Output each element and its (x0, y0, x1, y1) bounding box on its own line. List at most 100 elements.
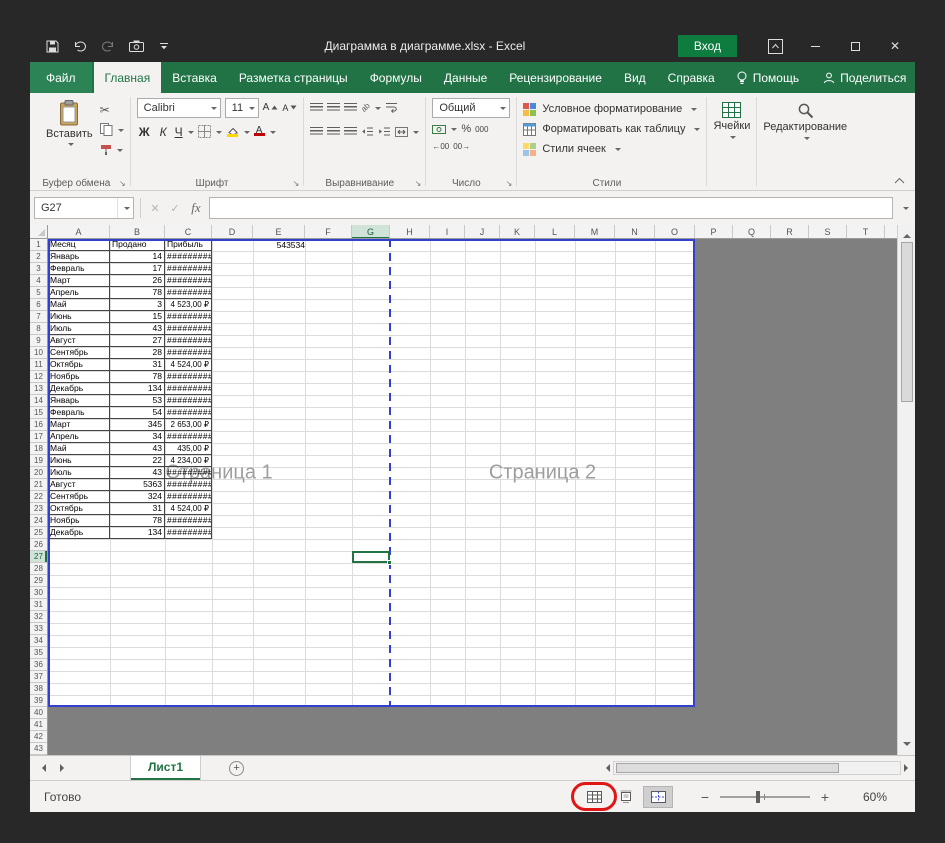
decrease-font-button[interactable]: А (282, 99, 297, 116)
column-header-I[interactable]: I (430, 225, 465, 239)
formula-input[interactable] (209, 197, 893, 219)
cell-A10[interactable]: Сентябрь (48, 347, 110, 359)
cell-C6[interactable]: 4 523,00 ₽ (165, 299, 212, 311)
align-left-button[interactable] (310, 123, 323, 140)
zoom-slider[interactable] (720, 796, 810, 798)
comma-style-button[interactable]: 000 (475, 121, 488, 138)
ribbon-display-options-icon[interactable] (755, 30, 795, 62)
camera-icon[interactable] (128, 38, 144, 54)
row-header-14[interactable]: 14 (30, 395, 47, 407)
normal-view-button[interactable] (579, 786, 609, 808)
cell-C21[interactable]: ########## (165, 479, 212, 491)
cell-B3[interactable]: 17 (110, 263, 165, 275)
cell-B23[interactable]: 31 (110, 503, 165, 515)
row-header-28[interactable]: 28 (30, 563, 47, 575)
name-box[interactable]: G27 (34, 197, 134, 219)
close-button[interactable]: ✕ (875, 30, 915, 62)
cell-C16[interactable]: 2 653,00 ₽ (165, 419, 212, 431)
insert-function-button[interactable]: fx (187, 200, 205, 216)
bold-button[interactable]: Ж (137, 125, 152, 139)
row-header-16[interactable]: 16 (30, 419, 47, 431)
cell-C4[interactable]: ########## (165, 275, 212, 287)
row-header-22[interactable]: 22 (30, 491, 47, 503)
column-header-R[interactable]: R (771, 225, 809, 239)
cell-B11[interactable]: 31 (110, 359, 165, 371)
align-center-button[interactable] (327, 123, 340, 140)
clipboard-dialog-launcher-icon[interactable]: ↘ (119, 179, 126, 188)
cell-B16[interactable]: 345 (110, 419, 165, 431)
row-header-12[interactable]: 12 (30, 371, 47, 383)
borders-button[interactable] (198, 123, 222, 140)
cell-A2[interactable]: Январь (48, 251, 110, 263)
sign-in-button[interactable]: Вход (678, 35, 737, 57)
cell-A17[interactable]: Апрель (48, 431, 110, 443)
cell-C19[interactable]: 4 234,00 ₽ (165, 455, 212, 467)
fill-handle[interactable] (387, 560, 392, 565)
sheet-tab-list1[interactable]: Лист1 (130, 756, 201, 780)
row-header-30[interactable]: 30 (30, 587, 47, 599)
row-header-27[interactable]: 27 (30, 551, 47, 563)
cell-B17[interactable]: 34 (110, 431, 165, 443)
align-bottom-button[interactable] (344, 99, 357, 116)
row-header-26[interactable]: 26 (30, 539, 47, 551)
orientation-button[interactable]: ab (361, 99, 381, 116)
cell-C13[interactable]: ########## (165, 383, 212, 395)
cell-A6[interactable]: Май (48, 299, 110, 311)
row-header-37[interactable]: 37 (30, 671, 47, 683)
font-dialog-launcher-icon[interactable]: ↘ (293, 179, 300, 188)
cell-A23[interactable]: Октябрь (48, 503, 110, 515)
accounting-format-button[interactable] (432, 121, 457, 138)
cell-B15[interactable]: 54 (110, 407, 165, 419)
row-header-24[interactable]: 24 (30, 515, 47, 527)
cell-A4[interactable]: Март (48, 275, 110, 287)
column-header-J[interactable]: J (465, 225, 500, 239)
cell-C8[interactable]: ########## (165, 323, 212, 335)
editing-button[interactable]: Редактирование (763, 97, 847, 141)
cell-C7[interactable]: ########## (165, 311, 212, 323)
zoom-level[interactable]: 60% (843, 790, 887, 804)
column-header-A[interactable]: A (48, 225, 110, 239)
cell-B8[interactable]: 43 (110, 323, 165, 335)
cut-button[interactable]: ✂ (100, 101, 124, 118)
copy-button[interactable] (100, 121, 124, 138)
row-header-20[interactable]: 20 (30, 467, 47, 479)
cell-C17[interactable]: ########## (165, 431, 212, 443)
zoom-slider-thumb[interactable] (756, 791, 760, 803)
cell-A12[interactable]: Ноябрь (48, 371, 110, 383)
zoom-in-button[interactable]: + (817, 789, 833, 805)
row-header-5[interactable]: 5 (30, 287, 47, 299)
tab-формулы[interactable]: Формулы (359, 62, 433, 93)
column-header-M[interactable]: M (575, 225, 615, 239)
row-header-35[interactable]: 35 (30, 647, 47, 659)
row-header-18[interactable]: 18 (30, 443, 47, 455)
expand-formula-bar-icon[interactable] (897, 205, 911, 211)
cell-B5[interactable]: 78 (110, 287, 165, 299)
cell-B22[interactable]: 324 (110, 491, 165, 503)
column-header-K[interactable]: K (500, 225, 535, 239)
horizontal-scroll-track[interactable] (613, 761, 901, 775)
row-header-2[interactable]: 2 (30, 251, 47, 263)
vertical-scrollbar[interactable] (897, 225, 915, 755)
row-header-34[interactable]: 34 (30, 635, 47, 647)
cell-A1[interactable]: Месяц (48, 239, 110, 251)
cell-B19[interactable]: 22 (110, 455, 165, 467)
scroll-right-icon[interactable] (904, 764, 912, 772)
row-header-42[interactable]: 42 (30, 731, 47, 743)
row-header-11[interactable]: 11 (30, 359, 47, 371)
minimize-button[interactable] (795, 30, 835, 62)
row-header-21[interactable]: 21 (30, 479, 47, 491)
column-header-E[interactable]: E (253, 225, 305, 239)
cell-A11[interactable]: Октябрь (48, 359, 110, 371)
cell-B9[interactable]: 27 (110, 335, 165, 347)
tab-рецензирование[interactable]: Рецензирование (498, 62, 613, 93)
cell-B20[interactable]: 43 (110, 467, 165, 479)
active-cell-G27[interactable] (352, 551, 390, 563)
next-sheet-icon[interactable] (60, 764, 68, 772)
column-header-B[interactable]: B (110, 225, 165, 239)
row-header-13[interactable]: 13 (30, 383, 47, 395)
paste-button[interactable]: Вставить (39, 97, 100, 175)
alignment-dialog-launcher-icon[interactable]: ↘ (415, 179, 422, 188)
italic-button[interactable]: К (156, 125, 171, 139)
share-button[interactable]: Поделиться (809, 62, 920, 93)
tab-главная[interactable]: Главная (94, 62, 162, 93)
